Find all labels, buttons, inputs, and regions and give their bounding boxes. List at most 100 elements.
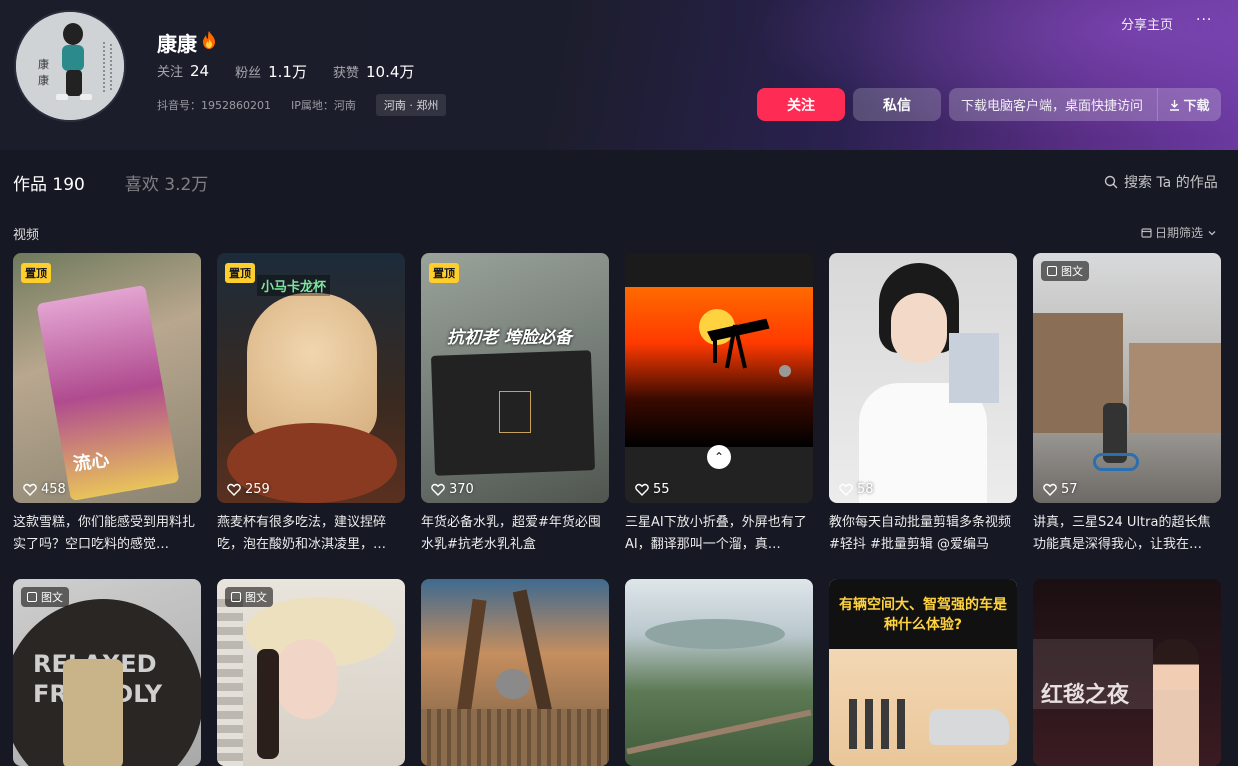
video-thumbnail[interactable] <box>625 579 813 766</box>
thumbnail-text: 有辆空间大、智驾强的车是种什么体验? <box>839 597 1007 633</box>
collapse-icon[interactable]: ⌃ <box>707 445 731 469</box>
video-thumbnail[interactable]: 图文 <box>217 579 405 766</box>
heart-icon <box>839 483 853 496</box>
heart-icon <box>431 483 445 496</box>
message-button[interactable]: 私信 <box>853 88 941 121</box>
icecream-image <box>247 293 377 443</box>
like-count: 458 <box>23 482 66 497</box>
profile-meta: 抖音号：1952860201 IP属地：河南 河南 · 郑州 <box>157 94 447 116</box>
phone-image <box>63 659 123 766</box>
video-thumbnail[interactable]: 流心 置顶 458 <box>13 253 201 503</box>
tab-works[interactable]: 作品 190 <box>13 170 85 195</box>
video-thumbnail[interactable]: 58 <box>829 253 1017 503</box>
video-caption[interactable]: 三星AI下放小折叠，外屏也有了AI，翻译那叫一个溜，真… <box>625 512 813 556</box>
thumbnail-text: 抗初老 垮脸必备 <box>447 328 572 348</box>
download-label: 下载 <box>1183 99 1210 114</box>
video-thumbnail[interactable]: 图文 57 <box>1033 253 1221 503</box>
video-thumbnail[interactable]: RELAXED FRIENDLY 图文 <box>13 579 201 766</box>
more-options-icon[interactable]: ··· <box>1196 12 1212 28</box>
video-card[interactable]: 小马卡龙杯 置顶 259 燕麦杯有很多吃法，建议捏碎吃，泡在酸奶和冰淇凌里，… <box>217 253 405 556</box>
calendar-icon <box>1141 228 1152 238</box>
avatar[interactable]: 康 康 <box>14 10 126 122</box>
window-shape <box>949 333 999 403</box>
video-thumbnail[interactable] <box>421 579 609 766</box>
video-card[interactable]: 有辆空间大、智驾强的车是种什么体验? <box>829 579 1017 766</box>
building-right <box>1129 343 1221 433</box>
heart-icon <box>1043 483 1057 496</box>
gallery-icon <box>1047 266 1057 276</box>
video-card[interactable]: 图文 <box>217 579 405 766</box>
chevron-down-icon <box>1208 230 1216 235</box>
like-count-value: 370 <box>449 482 474 497</box>
video-caption[interactable]: 燕麦杯有很多吃法，建议捏碎吃，泡在酸奶和冰淇凌里，… <box>217 512 405 556</box>
svg-text:康: 康 <box>38 73 49 87</box>
video-card[interactable]: 流心 置顶 458 这款雪糕，你们能感受到用料扎实了吗？空口吃料的感觉… <box>13 253 201 556</box>
video-card[interactable]: 红毯之夜 <box>1033 579 1221 766</box>
like-count-value: 458 <box>41 482 66 497</box>
like-count-value: 259 <box>245 482 270 497</box>
location-tag: 河南 · 郑州 <box>375 94 447 116</box>
video-card[interactable]: 抗初老 垮脸必备 置顶 370 年货必备水乳，超爱#年货必囤水乳#抗老水乳礼盒 <box>421 253 609 556</box>
video-card[interactable] <box>421 579 609 766</box>
video-card[interactable]: 58 教你每天自动批量剪辑多条视频#轻抖 #批量剪辑 @爱编马 <box>829 253 1017 556</box>
tab-likes[interactable]: 喜欢 3.2万 <box>125 170 208 195</box>
video-thumbnail[interactable]: 抗初老 垮脸必备 置顶 370 <box>421 253 609 503</box>
gallery-icon <box>231 592 241 602</box>
like-count: 57 <box>1043 482 1078 497</box>
douyin-id: 抖音号：1952860201 <box>157 99 271 112</box>
followers-stat[interactable]: 粉丝 1.1万 <box>235 61 307 82</box>
image-post-label: 图文 <box>245 591 267 604</box>
stat-label: 关注 <box>157 65 184 80</box>
following-stat[interactable]: 关注 24 <box>157 61 209 82</box>
image-post-label: 图文 <box>1061 265 1083 278</box>
heart-icon <box>23 483 37 496</box>
like-count: 259 <box>227 482 270 497</box>
like-count-value: 58 <box>857 482 874 497</box>
progress-handle[interactable] <box>779 365 791 377</box>
heart-icon <box>635 483 649 496</box>
share-profile-link[interactable]: 分享主页 <box>1121 14 1173 33</box>
video-card[interactable]: ⌃ 55 三星AI下放小折叠，外屏也有了AI，翻译那叫一个溜，真… <box>625 253 813 556</box>
thumbnail-text: 流心 <box>71 449 111 476</box>
video-thumbnail[interactable]: 小马卡龙杯 置顶 259 <box>217 253 405 503</box>
ip-location: IP属地：河南 <box>291 99 356 112</box>
thumbnail-text: 红毯之夜 <box>1041 683 1130 708</box>
video-caption[interactable]: 讲真，三星S24 Ultra的超长焦功能真是深得我心，让我在… <box>1033 512 1221 556</box>
shelf-shape <box>217 599 243 766</box>
image-post-label: 图文 <box>41 591 63 604</box>
video-thumbnail[interactable]: ⌃ 55 <box>625 253 813 503</box>
video-card[interactable] <box>625 579 813 766</box>
download-button[interactable]: 下载 <box>1157 88 1221 121</box>
date-filter-dropdown[interactable]: 日期筛选 <box>1141 224 1217 241</box>
video-caption[interactable]: 教你每天自动批量剪辑多条视频#轻抖 #批量剪辑 @爱编马 <box>829 512 1017 556</box>
image-post-badge: 图文 <box>1041 261 1089 281</box>
stat-value: 1.1万 <box>268 63 307 81</box>
video-caption[interactable]: 年货必备水乳，超爱#年货必囤水乳#抗老水乳礼盒 <box>421 512 609 556</box>
image-post-badge: 图文 <box>21 587 69 607</box>
stat-value: 24 <box>190 62 210 80</box>
face-shape <box>277 639 337 719</box>
date-filter-label: 日期筛选 <box>1155 226 1204 240</box>
lake-shape <box>645 619 785 649</box>
download-prompt: 下载电脑客户端，桌面快捷访问 <box>961 99 1144 114</box>
video-thumbnail[interactable]: 红毯之夜 <box>1033 579 1221 766</box>
railway-shape <box>626 709 812 755</box>
follow-button[interactable]: 关注 <box>757 88 845 121</box>
video-card[interactable]: RELAXED FRIENDLY 图文 <box>13 579 201 766</box>
search-works[interactable]: 搜索 Ta 的作品 <box>1104 172 1218 192</box>
video-card[interactable]: 图文 57 讲真，三星S24 Ultra的超长焦功能真是深得我心，让我在… <box>1033 253 1221 556</box>
video-thumbnail[interactable]: 有辆空间大、智驾强的车是种什么体验? <box>829 579 1017 766</box>
koala-shape <box>496 669 530 699</box>
stat-label: 粉丝 <box>235 66 262 81</box>
stat-value: 10.4万 <box>366 63 415 81</box>
like-count: 58 <box>839 482 874 497</box>
svg-text:康: 康 <box>38 57 49 71</box>
stat-label: 获赞 <box>332 66 359 81</box>
like-count: 55 <box>635 482 670 497</box>
oil-pump-silhouette <box>707 318 770 369</box>
profile-stats: 关注 24 粉丝 1.1万 获赞 10.4万 <box>157 61 440 82</box>
video-caption[interactable]: 这款雪糕，你们能感受到用料扎实了吗？空口吃料的感觉… <box>13 512 201 556</box>
people-shape <box>849 699 909 749</box>
person-shape <box>1153 639 1199 766</box>
download-client-bar: 下载电脑客户端，桌面快捷访问 下载 <box>949 88 1221 121</box>
